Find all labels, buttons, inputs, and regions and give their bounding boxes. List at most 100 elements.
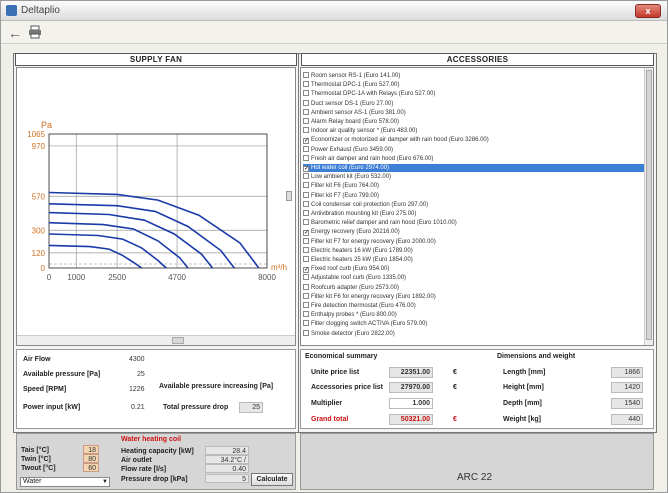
twout-label: Twout [°C] bbox=[21, 465, 56, 472]
accessory-item[interactable]: Thermostat DPC-1A with Relays (Euro 527.… bbox=[303, 90, 648, 98]
accessories-scrollbar[interactable] bbox=[644, 68, 653, 345]
accessory-checkbox[interactable] bbox=[303, 274, 309, 281]
accessory-checkbox[interactable] bbox=[303, 246, 309, 253]
accessory-label: Smoke detector (Euro 2822.00) bbox=[311, 330, 395, 337]
accessory-label: Fire detection thermostat (Euro 476.00) bbox=[311, 303, 416, 309]
accessory-checkbox[interactable] bbox=[303, 283, 309, 290]
accessory-checkbox[interactable] bbox=[303, 81, 309, 88]
close-button[interactable]: x bbox=[635, 4, 661, 18]
accessory-checkbox[interactable] bbox=[303, 118, 309, 124]
accessory-item[interactable]: Fire detection thermostat (Euro 476.00) bbox=[303, 302, 648, 310]
accessories-price-value: 27970.00 bbox=[389, 382, 433, 393]
accessory-item[interactable]: Low ambient kit (Euro 532.00) bbox=[303, 173, 648, 181]
accessory-item[interactable]: Fresh air damper and rain hood (Euro 676… bbox=[303, 154, 648, 163]
accessory-item[interactable]: Filter clogging switch ACTIVA (Euro 579.… bbox=[303, 320, 648, 328]
accessory-label: Filter clogging switch ACTIVA (Euro 579.… bbox=[311, 321, 428, 328]
accessory-label: Room sensor RS-1 (Euro 141.00) bbox=[311, 73, 401, 79]
accessory-item[interactable]: Electric heaters 16 kW (Euro 1789.00) bbox=[303, 246, 648, 255]
accessory-checkbox[interactable] bbox=[303, 219, 309, 226]
accessory-checkbox[interactable]: ✓ bbox=[303, 138, 309, 145]
accessory-checkbox[interactable] bbox=[303, 256, 309, 262]
depth-value: 1540 bbox=[611, 398, 643, 409]
water-coil-panel: Water heating coil Tais [°C] 18 Twin [°C… bbox=[16, 433, 296, 490]
multiplier-field[interactable]: 1.000 bbox=[389, 398, 433, 409]
accessory-checkbox[interactable] bbox=[303, 302, 309, 308]
height-label: Height [mm] bbox=[503, 384, 544, 391]
accessory-item[interactable]: Filter kit F7 for energy recovery (Euro … bbox=[303, 237, 648, 246]
scroll-thumb[interactable] bbox=[172, 337, 184, 344]
accessory-item[interactable]: Adjustable roof curb (Euro 1335.00) bbox=[303, 274, 648, 282]
accessory-checkbox[interactable] bbox=[303, 72, 309, 78]
accessory-checkbox[interactable] bbox=[303, 191, 309, 198]
x-tick-label: 2500 bbox=[108, 273, 126, 282]
splitter-handle[interactable] bbox=[286, 191, 292, 201]
accessory-label: Low ambient kit (Euro 532.00) bbox=[311, 174, 392, 181]
fluid-select[interactable]: Water ▼ bbox=[20, 477, 110, 487]
accessory-checkbox[interactable] bbox=[303, 311, 309, 318]
accessory-item[interactable]: Enthalpy probes * (Euro 800.00) bbox=[303, 311, 648, 319]
accessory-checkbox[interactable] bbox=[303, 182, 309, 189]
accessory-item[interactable]: ✓ Fixed roof curb (Euro 954.00) bbox=[303, 265, 648, 274]
accessory-item[interactable]: Barometric relief damper and rain hood (… bbox=[303, 219, 648, 227]
x-tick-label: 1000 bbox=[67, 273, 85, 282]
accessory-checkbox[interactable] bbox=[303, 292, 309, 299]
accessory-checkbox[interactable] bbox=[303, 154, 309, 161]
summary-panel: Economical summary Unite price list 2235… bbox=[300, 349, 654, 429]
accessory-item[interactable]: ✓ Energy recovery (Euro 20216.00) bbox=[303, 228, 648, 237]
accessory-item[interactable]: Duct sensor DS-1 (Euro 27.00) bbox=[303, 99, 648, 108]
accessory-item[interactable]: Coil condenser coil protection (Euro 297… bbox=[303, 200, 648, 209]
unit-price-currency: € bbox=[453, 369, 457, 376]
accessory-checkbox[interactable] bbox=[303, 90, 309, 97]
horizontal-scrollbar[interactable] bbox=[17, 335, 295, 345]
accessory-item[interactable]: Filter kit F6 (Euro 764.00) bbox=[303, 182, 648, 190]
multiplier-label: Multiplier bbox=[311, 400, 343, 407]
accessory-label: Filter kit F7 for energy recovery (Euro … bbox=[311, 238, 436, 245]
accessory-label: Alarm Relay board (Euro 578.00) bbox=[311, 119, 400, 125]
accessory-item[interactable]: Antivibration mounting kit (Euro 275.00) bbox=[303, 210, 648, 218]
printer-icon[interactable] bbox=[27, 25, 43, 41]
accessory-item[interactable]: Roofcurb adapter (Euro 2573.00) bbox=[303, 283, 648, 292]
window-title: Deltaplio bbox=[21, 5, 60, 16]
accessory-item[interactable]: Alarm Relay board (Euro 578.00) bbox=[303, 118, 648, 126]
grand-total-currency: € bbox=[453, 416, 457, 423]
accessory-label: Roofcurb adapter (Euro 2573.00) bbox=[311, 284, 400, 291]
accessory-item[interactable]: Thermostat DPC-1 (Euro 527.00) bbox=[303, 81, 648, 89]
unit-price-value: 22351.00 bbox=[389, 367, 433, 378]
accessory-checkbox[interactable]: ✓ bbox=[303, 230, 309, 237]
accessory-item[interactable]: ✓ Hot water coil (Euro 2974.00) bbox=[303, 164, 648, 172]
accessory-item[interactable]: Ambient sensor AS-1 (Euro 381.00) bbox=[303, 108, 648, 117]
scroll-thumb[interactable] bbox=[646, 70, 652, 340]
twin-field[interactable]: 80 bbox=[83, 454, 99, 463]
accessory-checkbox[interactable] bbox=[303, 200, 309, 207]
calculate-button[interactable]: Calculate bbox=[251, 473, 293, 486]
accessory-item[interactable]: Smoke detector (Euro 2822.00) bbox=[303, 329, 648, 338]
accessory-item[interactable]: Power Exhaust (Euro 3459.00) bbox=[303, 145, 648, 154]
accessory-checkbox[interactable] bbox=[303, 237, 309, 244]
accessory-checkbox[interactable] bbox=[303, 329, 309, 336]
accessory-item[interactable]: Electric heaters 25 kW (Euro 1854.00) bbox=[303, 256, 648, 264]
fan-curve bbox=[48, 211, 214, 269]
accessory-checkbox[interactable] bbox=[303, 145, 309, 152]
arrow-left-icon[interactable]: ← bbox=[7, 25, 23, 41]
accessory-item[interactable]: ✓ Economizer or motorized air damper with… bbox=[303, 136, 648, 145]
pressure-drop-value: 5 bbox=[205, 474, 249, 483]
accessory-checkbox[interactable] bbox=[303, 99, 309, 106]
tais-field[interactable]: 18 bbox=[83, 445, 99, 454]
accessory-checkbox[interactable] bbox=[303, 173, 309, 180]
fan-curve-chart: 1065 970 570 300 120 0 0 1000 2500 4700 8000 Pa m³/h bbox=[16, 67, 296, 346]
total-pressure-drop-field[interactable]: 25 bbox=[239, 402, 263, 413]
accessory-item[interactable]: Filter kit F6 for energy recovery (Euro … bbox=[303, 292, 648, 301]
accessories-title: ACCESSORIES bbox=[301, 53, 654, 66]
accessory-item[interactable]: Filter kit F7 (Euro 799.00) bbox=[303, 191, 648, 200]
accessory-checkbox[interactable] bbox=[303, 108, 309, 115]
accessory-label: Power Exhaust (Euro 3459.00) bbox=[311, 146, 394, 153]
accessory-label: Electric heaters 25 kW (Euro 1854.00) bbox=[311, 257, 413, 263]
accessory-item[interactable]: Room sensor RS-1 (Euro 141.00) bbox=[303, 72, 648, 80]
accessory-checkbox[interactable]: ✓ bbox=[303, 166, 309, 172]
accessory-checkbox[interactable] bbox=[303, 320, 309, 327]
accessory-item[interactable]: Indoor air quality sensor * (Euro 483.00… bbox=[303, 127, 648, 135]
accessory-checkbox[interactable] bbox=[303, 210, 309, 216]
twout-field[interactable]: 60 bbox=[83, 463, 99, 472]
accessory-checkbox[interactable] bbox=[303, 127, 309, 134]
accessory-checkbox[interactable]: ✓ bbox=[303, 267, 309, 274]
